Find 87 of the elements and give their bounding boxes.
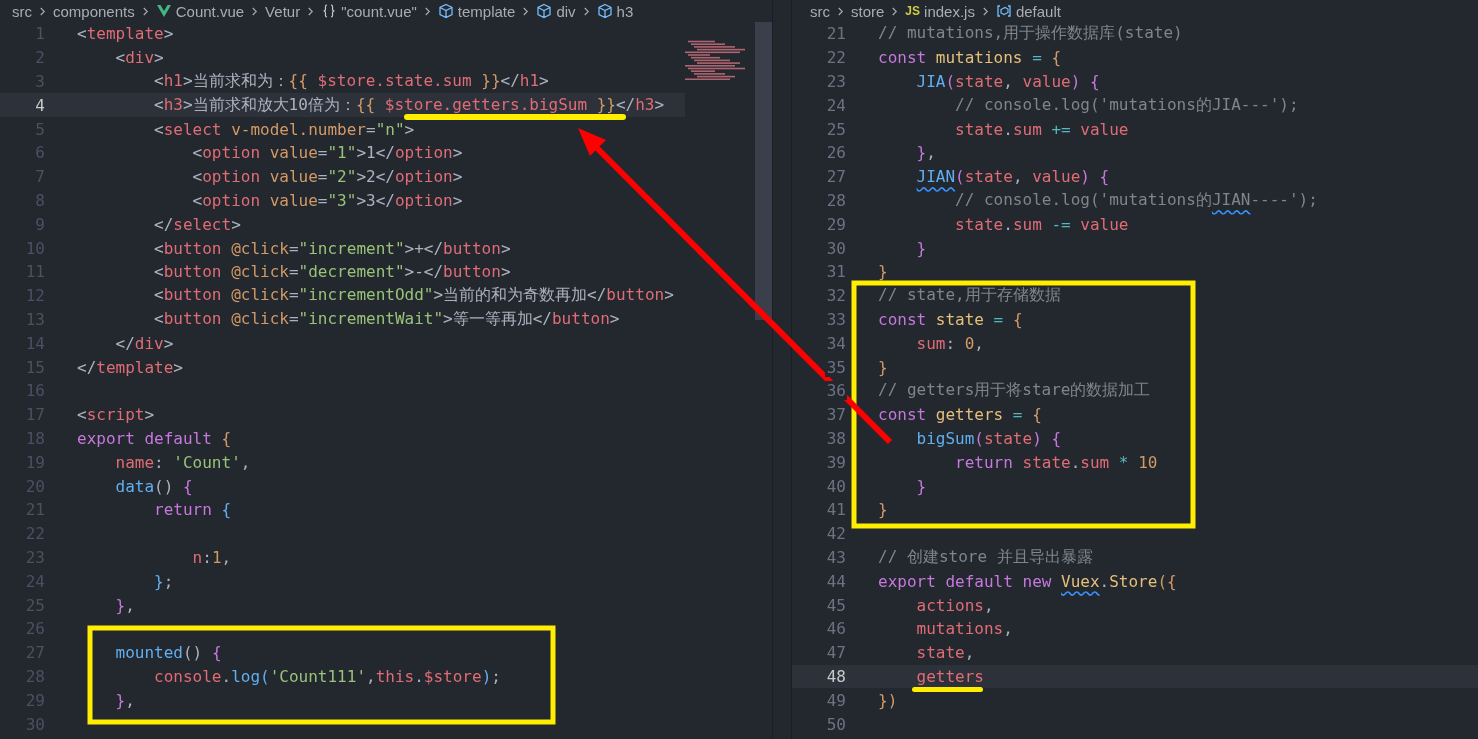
vue-file-icon [155, 3, 172, 19]
breadcrumb-item[interactable]: src [12, 2, 32, 20]
code-line: state, [915, 643, 975, 663]
code-line: name: 'Count', [114, 452, 251, 472]
code-line: console.log('Count111',this.$store); [153, 666, 501, 686]
underline-mark [912, 687, 983, 692]
chevron-icon [522, 5, 530, 17]
code-line: <h1>当前求和为：{{ $store.state.sum }}</h1> [153, 71, 549, 92]
code-line: <template> [77, 24, 174, 44]
braces-icon [321, 3, 338, 19]
code-line: return { [153, 500, 232, 520]
code-line: sum: 0, [915, 333, 984, 353]
breadcrumb-item[interactable]: index.js [924, 2, 975, 20]
code-line: } [915, 476, 927, 496]
code-line: } [878, 357, 888, 377]
code-line: <button @click="incrementWait">等一等再加</button> [153, 308, 620, 330]
line-number: 36 [825, 381, 847, 401]
code-line: JIA(state, value) { [915, 72, 1100, 91]
code-line: <button @click="increment">+</button> [153, 238, 511, 258]
code-line: // getters用于将stare的数据加工 [878, 380, 1151, 402]
code-line: // console.log('mutations的JIAN----'); [954, 189, 1318, 211]
code-line: <script> [77, 405, 155, 425]
code-line: }, [915, 143, 936, 163]
breadcrumb-item[interactable]: h3 [616, 2, 634, 20]
line-number: 4 [34, 95, 45, 115]
code-line: // 创建store 并且导出暴露 [878, 546, 1093, 568]
code-line: <h3>当前求和放大10倍为：{{ $store.getters.bigSum }}</h3> [153, 94, 665, 116]
cube-icon [596, 3, 613, 19]
code-line: // state,用于存储数据 [878, 285, 1061, 307]
code-line: </template> [77, 357, 183, 377]
code-line: // mutations,用于操作数据库(state) [878, 23, 1183, 45]
code-line: <div> [114, 48, 164, 68]
code-line: </div> [114, 333, 174, 353]
code-line: export default new Vuex.Store({ [878, 571, 1177, 591]
code-line: mounted() { [114, 643, 222, 663]
code-line: } [878, 500, 888, 520]
code-line: </select> [153, 214, 241, 234]
code-line: <button @click="decrement">-</button> [153, 262, 511, 282]
code-line: } [915, 238, 927, 258]
cube-icon [437, 3, 454, 19]
code-line: <button @click="incrementOdd">当前的和为奇数再加</button> [153, 285, 674, 307]
chevron-icon [39, 5, 46, 17]
chevron-icon [837, 5, 844, 17]
chevron-icon [582, 5, 590, 17]
chevron-icon [141, 5, 149, 17]
code-line: bigSum(state) { [915, 428, 1062, 448]
breadcrumb-item[interactable]: div [556, 2, 576, 20]
code-line: <select v-model.number="n"> [153, 119, 415, 139]
code-line: }, [114, 690, 135, 710]
breadcrumb-item[interactable]: default [1015, 2, 1061, 20]
chevron-icon [891, 5, 899, 17]
code-line: mutations, [915, 619, 1013, 639]
code-line: actions, [915, 595, 994, 615]
file-type-label: JS [905, 4, 921, 18]
breadcrumb-item[interactable]: components [53, 2, 135, 20]
chevron-icon [251, 5, 259, 17]
scrollbar-thumb[interactable] [755, 22, 772, 320]
breadcrumb-item[interactable]: Count.vue [175, 2, 245, 20]
code-line: state.sum += value [954, 119, 1129, 139]
cube-icon [536, 3, 553, 19]
code-line: const getters = { [878, 405, 1042, 425]
code-line: const state = { [878, 309, 1023, 329]
code-line: <option value="1">1</option> [191, 143, 463, 163]
breadcrumb-item[interactable]: Vetur [265, 2, 301, 20]
code-line: <option value="2">2</option> [191, 167, 463, 187]
chevron-icon [423, 5, 431, 17]
breadcrumb-item[interactable]: template [457, 2, 516, 20]
code-line: } [878, 262, 888, 282]
chevron-icon [981, 5, 989, 17]
code-line: const mutations = { [878, 48, 1062, 68]
code-line: export default { [77, 428, 232, 448]
code-line: <option value="3">3</option> [191, 190, 463, 210]
code-line: }, [114, 595, 135, 615]
breadcrumb-item[interactable]: store [851, 2, 885, 20]
code-line: JIAN(state, value) { [915, 167, 1110, 187]
code-line: }; [153, 571, 174, 591]
variable-icon [995, 3, 1012, 19]
code-line: getters [915, 666, 984, 686]
code-line: n:1, [191, 547, 232, 567]
code-line: // console.log('mutations的JIA---'); [954, 94, 1299, 116]
breadcrumb-item[interactable]: src [810, 2, 830, 20]
chevron-icon [307, 5, 315, 17]
breadcrumb-item[interactable]: "count.vue" [341, 2, 417, 20]
code-line: return state.sum * 10 [954, 452, 1158, 472]
code-line: state.sum -= value [954, 214, 1129, 234]
code-line: }) [878, 690, 898, 710]
code-line: data() { [114, 476, 193, 496]
